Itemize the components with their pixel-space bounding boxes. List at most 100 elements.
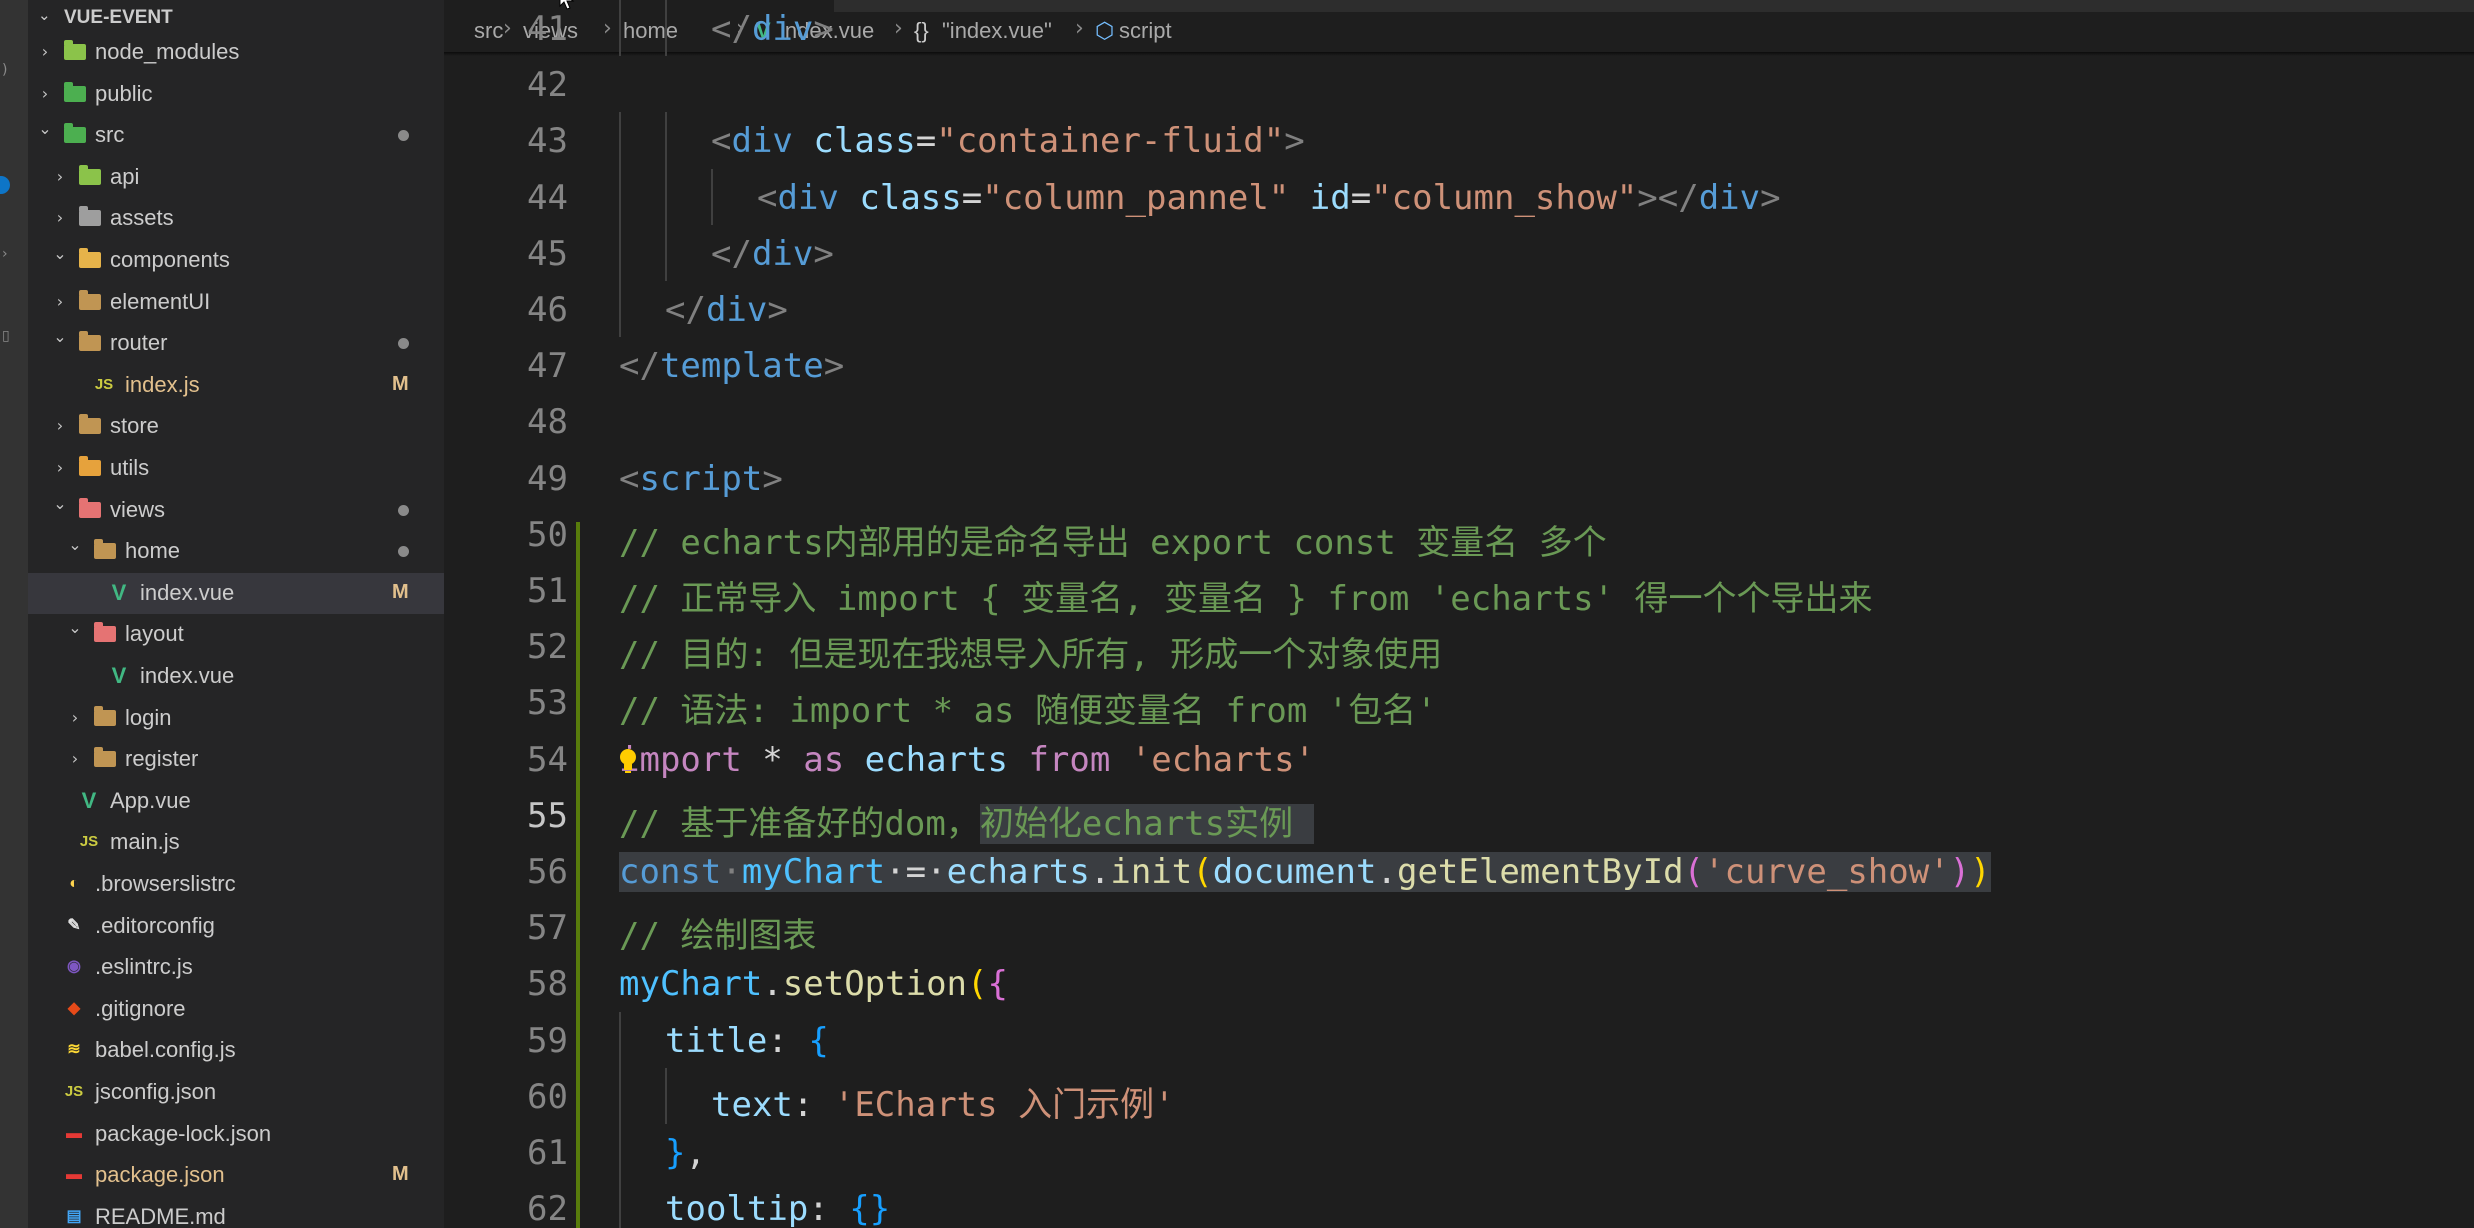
code-line[interactable]: 62 tooltip: {}: [444, 1180, 2474, 1228]
code-token: div: [777, 177, 839, 218]
tree-item-label: views: [110, 496, 166, 522]
tree-folder[interactable]: › utils: [28, 448, 444, 489]
chevron-down-icon[interactable]: ⌄: [68, 618, 82, 638]
tree-file[interactable]: ◐ .browserslistrc: [28, 864, 444, 905]
tree-file[interactable]: ▬ package-lock.json: [28, 1114, 444, 1155]
tree-folder[interactable]: › store: [28, 406, 444, 447]
explorer-header[interactable]: ⌄ VUE-EVENT: [28, 0, 444, 32]
tree-folder[interactable]: ⌄ views: [28, 490, 444, 531]
modified-dot-icon: [398, 130, 409, 142]
source-control-activity-icon[interactable]: ›: [2, 246, 8, 262]
code-token: template: [659, 346, 824, 387]
chevron-right-icon[interactable]: ›: [53, 416, 67, 436]
tree-folder[interactable]: › login: [28, 698, 444, 739]
tree-folder[interactable]: ⌄ src: [28, 115, 444, 156]
chevron-down-icon[interactable]: ⌄: [53, 244, 67, 264]
chevron-right-icon[interactable]: ›: [53, 458, 67, 478]
tree-file[interactable]: V App.vue: [28, 781, 444, 822]
tree-file[interactable]: JS index.js M: [28, 365, 444, 406]
chevron-down-icon[interactable]: ⌄: [53, 327, 67, 347]
code-line[interactable]: 43 <div class="container-fluid">: [444, 112, 2474, 169]
folder-icon: [94, 705, 116, 726]
tree-file[interactable]: Vindex.vue: [28, 656, 444, 697]
tree-item-label: home: [125, 538, 181, 564]
code-editor[interactable]: src › views › home › Vindex.vue ›{} "index.vue" ›…: [444, 0, 2474, 1228]
code-token: >: [767, 290, 788, 330]
code-line[interactable]: 47 </template>: [444, 337, 2474, 393]
code-line[interactable]: 49 <script>: [444, 450, 2474, 506]
tree-folder[interactable]: ⌄ components: [28, 240, 444, 281]
code-token: // 绘制图表: [619, 916, 817, 957]
tree-item-label: src: [95, 122, 125, 148]
extensions-activity-icon[interactable]: ▯: [2, 328, 10, 344]
line-number: 62: [527, 1189, 568, 1228]
tree-folder[interactable]: ⌄ router: [28, 323, 444, 364]
code-line[interactable]: 58 myChart.setOption({: [444, 955, 2474, 1011]
code-line[interactable]: 41 </div>: [444, 0, 2474, 57]
chevron-down-icon[interactable]: ⌄: [68, 535, 82, 555]
tree-file[interactable]: ▬ package.json M: [28, 1155, 444, 1196]
tree-folder[interactable]: › register: [28, 739, 444, 780]
chevron-right-icon[interactable]: ›: [53, 208, 67, 228]
code-token: text: [711, 1084, 793, 1125]
code-line[interactable]: 59 title: {: [444, 1011, 2474, 1068]
code-token: div: [751, 9, 814, 49]
code-line[interactable]: 53 // 语法: import * as 随便变量名 from '包名': [444, 674, 2474, 731]
code-token: {: [987, 964, 1008, 1005]
tree-folder[interactable]: › api: [28, 157, 444, 198]
chevron-right-icon[interactable]: ›: [68, 749, 82, 769]
code-line[interactable]: 57 // 绘制图表: [444, 899, 2474, 957]
code-token: (: [967, 964, 988, 1005]
chevron-down-icon[interactable]: ⌄: [38, 6, 51, 24]
tree-folder[interactable]: ⌄ home: [28, 531, 444, 572]
vue-file-icon: V: [111, 663, 127, 688]
lightbulb-icon[interactable]: [617, 748, 639, 774]
code-token: // 正常导入 import { 变量名, 变量名 } from 'echart…: [619, 579, 1873, 619]
code-token: "container-fluid": [936, 121, 1285, 162]
code-token: document: [1212, 852, 1377, 892]
code-line[interactable]: 45 </div>: [444, 224, 2474, 281]
tree-file[interactable]: ◉ .eslintrc.js: [28, 947, 444, 988]
code-line[interactable]: 42: [444, 56, 2474, 112]
code-token: myChart: [619, 964, 763, 1005]
code-line[interactable]: 48: [444, 393, 2474, 449]
code-line[interactable]: 44 <div class="column_pannel" id="column_…: [444, 168, 2474, 225]
tree-file[interactable]: ▤ README.md: [28, 1197, 444, 1228]
code-line[interactable]: 55 // 基于准备好的dom，初始化echarts实例: [444, 787, 2474, 844]
tree-folder[interactable]: ⌄ layout: [28, 614, 444, 655]
code-text: </div>: [665, 290, 788, 330]
code-token: 初始化echarts实例: [979, 803, 1314, 844]
code-line[interactable]: 61},: [444, 1124, 2474, 1181]
tree-file[interactable]: ≋ babel.config.js: [28, 1030, 444, 1071]
chevron-right-icon[interactable]: ›: [38, 42, 52, 62]
chevron-right-icon[interactable]: ›: [53, 292, 67, 312]
indent-guide: [619, 168, 621, 225]
tree-folder[interactable]: › elementUI: [28, 282, 444, 323]
tree-file[interactable]: Vindex.vue M: [28, 572, 444, 614]
code-line[interactable]: 60 text: 'ECharts 入门示例': [444, 1067, 2474, 1125]
code-text: },: [665, 1133, 706, 1173]
code-token: >: [813, 233, 834, 274]
chevron-right-icon[interactable]: ›: [53, 167, 67, 187]
babel-file-icon: ≋: [67, 1041, 81, 1059]
tree-folder[interactable]: › public: [28, 74, 444, 115]
tree-item-label: package-lock.json: [95, 1120, 272, 1146]
tree-file[interactable]: JS main.js: [28, 822, 444, 863]
tree-file[interactable]: JS jsconfig.json: [28, 1072, 444, 1113]
tree-file[interactable]: ✎ .editorconfig: [28, 906, 444, 947]
tree-folder[interactable]: › assets: [28, 198, 444, 239]
chevron-right-icon[interactable]: ›: [68, 708, 82, 728]
chevron-down-icon[interactable]: ⌄: [38, 119, 52, 139]
code-line[interactable]: 51 // 正常导入 import { 变量名, 变量名 } from 'echa…: [444, 562, 2474, 619]
code-line[interactable]: 54 import * as echarts from 'echarts': [444, 731, 2474, 787]
tree-item-label: login: [125, 704, 172, 730]
code-line[interactable]: 50 // echarts内部用的是命名导出 export const 变量名 多…: [444, 506, 2474, 563]
tree-file[interactable]: ◆ .gitignore: [28, 989, 444, 1030]
tree-folder[interactable]: › node_modules: [28, 32, 444, 73]
chevron-down-icon[interactable]: ⌄: [53, 494, 67, 514]
code-line[interactable]: 52 // 目的: 但是现在我想导入所有, 形成一个对象使用: [444, 618, 2474, 675]
explorer-activity-icon[interactable]: ): [2, 62, 7, 78]
code-line[interactable]: 56 const·myChart·=·echarts.init(document.…: [444, 843, 2474, 899]
chevron-right-icon[interactable]: ›: [38, 84, 52, 104]
code-line[interactable]: 46 </div>: [444, 281, 2474, 338]
